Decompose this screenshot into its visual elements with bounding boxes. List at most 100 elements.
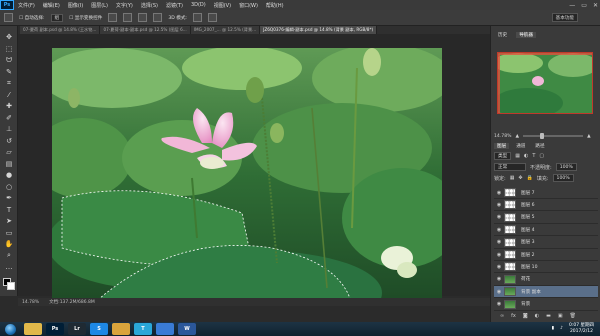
path-select-icon[interactable]: ➤ — [3, 216, 15, 226]
document-tab[interactable]: JZ6Q0376-编辑-副本.psd @ 14.8% (背景 副本, RGB/8… — [260, 26, 378, 34]
document-tab[interactable]: 07-夏荷 副本.psd @ 14.8% (王水铭... — [20, 26, 101, 34]
eye-icon[interactable]: ◉ — [494, 298, 504, 310]
3d-rotate-icon[interactable] — [192, 13, 202, 22]
taskbar-text-app-icon[interactable]: T — [134, 323, 152, 335]
3d-pan-icon[interactable] — [207, 13, 217, 22]
layer-row[interactable]: ◉ 图层 2 — [494, 249, 598, 261]
layer-row[interactable]: ◉ 图层 5 — [494, 212, 598, 224]
taskbar-photoshop-icon[interactable]: Ps — [46, 323, 64, 335]
align-top-icon[interactable] — [108, 13, 118, 22]
maximize-button[interactable]: ▭ — [581, 2, 587, 9]
menu-item[interactable]: 文件(F) — [14, 2, 39, 9]
start-button[interactable] — [0, 322, 20, 336]
document-tab[interactable]: 07-夏荷-副本-副本.psd @ 12.5% (图层 6... — [100, 26, 191, 34]
tab-paths[interactable]: 路径 — [532, 143, 547, 149]
eye-icon[interactable]: ◉ — [494, 211, 504, 223]
taskbar-explorer-icon[interactable] — [24, 323, 42, 335]
hand-icon[interactable]: ✋ — [3, 239, 15, 249]
network-icon[interactable]: ▮ — [552, 326, 554, 331]
eye-icon[interactable]: ◉ — [494, 199, 504, 211]
type-icon[interactable]: T — [3, 205, 15, 215]
healing-icon[interactable]: ✚ — [3, 101, 15, 111]
new-layer-icon[interactable]: ▣ — [558, 313, 563, 319]
crop-icon[interactable]: ⌗ — [3, 78, 15, 88]
blend-mode-dropdown[interactable]: 正常 — [494, 163, 526, 171]
taskbar-pen-app-icon[interactable] — [156, 323, 174, 335]
layer-filter-dropdown[interactable]: 类型 — [494, 152, 512, 160]
align-bottom-icon[interactable] — [138, 13, 148, 22]
tab-history[interactable]: 历史 — [495, 32, 510, 38]
volume-icon[interactable]: ♪ — [560, 326, 563, 331]
tab-channels[interactable]: 通道 — [513, 143, 528, 149]
workspace-dropdown[interactable]: 基本功能 — [551, 13, 578, 22]
document-tab[interactable]: IMG_2007_... @ 12.5% (背景... — [190, 26, 261, 34]
layer-row[interactable]: ◉ 图层 7 — [494, 187, 598, 199]
background-color-swatch[interactable] — [7, 282, 15, 290]
color-swatches[interactable] — [3, 278, 15, 290]
lock-all-icon[interactable]: 🔒 — [527, 175, 533, 181]
auto-select-dropdown[interactable]: 组 — [50, 13, 64, 22]
menu-item[interactable]: 滤镜(T) — [162, 2, 187, 9]
menu-item[interactable]: 编辑(E) — [39, 2, 64, 9]
transform-controls-checkbox[interactable]: ☐ 显示变换控件 — [69, 15, 102, 21]
eye-icon[interactable]: ◉ — [494, 224, 504, 236]
eye-icon[interactable]: ◉ — [494, 236, 504, 248]
close-button[interactable]: ✕ — [593, 2, 598, 9]
navigator-preview[interactable] — [497, 52, 593, 114]
opacity-field[interactable]: 100% — [555, 163, 577, 171]
layer-row[interactable]: ◉ 荷花 — [494, 274, 598, 286]
align-middle-icon[interactable] — [123, 13, 133, 22]
eye-icon[interactable]: ◉ — [494, 286, 504, 298]
clock[interactable]: 0:07 星期四 2017/2/12 — [569, 323, 594, 334]
eye-icon[interactable]: ◉ — [494, 187, 504, 199]
dodge-icon[interactable]: ○ — [3, 182, 15, 192]
eye-icon[interactable]: ◉ — [494, 261, 504, 273]
eye-icon[interactable]: ◉ — [494, 249, 504, 261]
auto-select-checkbox[interactable]: ☐ 自动选择: — [19, 15, 45, 21]
brush-icon[interactable]: ✐ — [3, 113, 15, 123]
zoom-readout[interactable]: 14.78% — [22, 300, 39, 305]
zoom-slider[interactable] — [523, 133, 584, 139]
mask-icon[interactable]: ◙ — [523, 313, 528, 319]
fx-icon[interactable]: fx — [511, 313, 516, 319]
menu-item[interactable]: 图层(L) — [87, 2, 112, 9]
taskbar-word-icon[interactable]: W — [178, 323, 196, 335]
filter-pixel-icon[interactable]: ▦ — [515, 153, 520, 159]
filter-adjust-icon[interactable]: ◐ — [524, 153, 528, 159]
distribute-icon[interactable] — [153, 13, 163, 22]
lasso-icon[interactable]: ᗢ — [3, 55, 15, 65]
shape-icon[interactable]: ▭ — [3, 228, 15, 238]
move-icon[interactable]: ✥ — [3, 32, 15, 42]
menu-item[interactable]: 帮助(H) — [262, 2, 288, 9]
lock-pixels-icon[interactable]: ▦ — [510, 175, 515, 181]
taskbar-lightroom-icon[interactable]: Lr — [68, 323, 86, 335]
menu-item[interactable]: 选择(S) — [137, 2, 162, 9]
menu-item[interactable]: 3D(D) — [187, 2, 210, 9]
navigator-zoom-value[interactable]: 14.78% — [494, 134, 512, 139]
taskbar-browser-icon[interactable]: S — [90, 323, 108, 335]
more-icon[interactable]: … — [3, 262, 15, 272]
zoom-slider-knob[interactable] — [539, 133, 544, 139]
layer-row[interactable]: ◉ 图层 10 — [494, 261, 598, 274]
eyedropper-icon[interactable]: ⁄ — [3, 90, 15, 100]
pen-icon[interactable]: ✒ — [3, 193, 15, 203]
move-tool-preset-icon[interactable] — [4, 13, 13, 22]
trash-icon[interactable]: 🗑 — [570, 313, 576, 319]
zoom-icon[interactable]: ⌕ — [3, 251, 15, 261]
lock-position-icon[interactable]: ✥ — [518, 175, 522, 181]
minimize-button[interactable]: — — [569, 2, 575, 9]
taskbar-folder-icon[interactable] — [112, 323, 130, 335]
eraser-icon[interactable]: ▱ — [3, 147, 15, 157]
menu-item[interactable]: 视图(V) — [210, 2, 235, 9]
zoom-out-icon[interactable]: ▲ — [516, 134, 520, 139]
gradient-icon[interactable]: ▤ — [3, 159, 15, 169]
layer-row[interactable]: ◉ 背景 副本 — [494, 286, 598, 299]
group-icon[interactable]: ▬ — [546, 313, 551, 319]
adjustment-icon[interactable]: ◐ — [535, 313, 539, 319]
eye-icon[interactable]: ◉ — [494, 273, 504, 285]
filter-shape-icon[interactable]: ▢ — [539, 153, 544, 159]
menu-item[interactable]: 图像(I) — [64, 2, 87, 9]
tab-layers[interactable]: 图层 — [494, 143, 510, 149]
marquee-icon[interactable]: ⬚ — [3, 44, 15, 54]
menu-item[interactable]: 窗口(W) — [235, 2, 262, 9]
